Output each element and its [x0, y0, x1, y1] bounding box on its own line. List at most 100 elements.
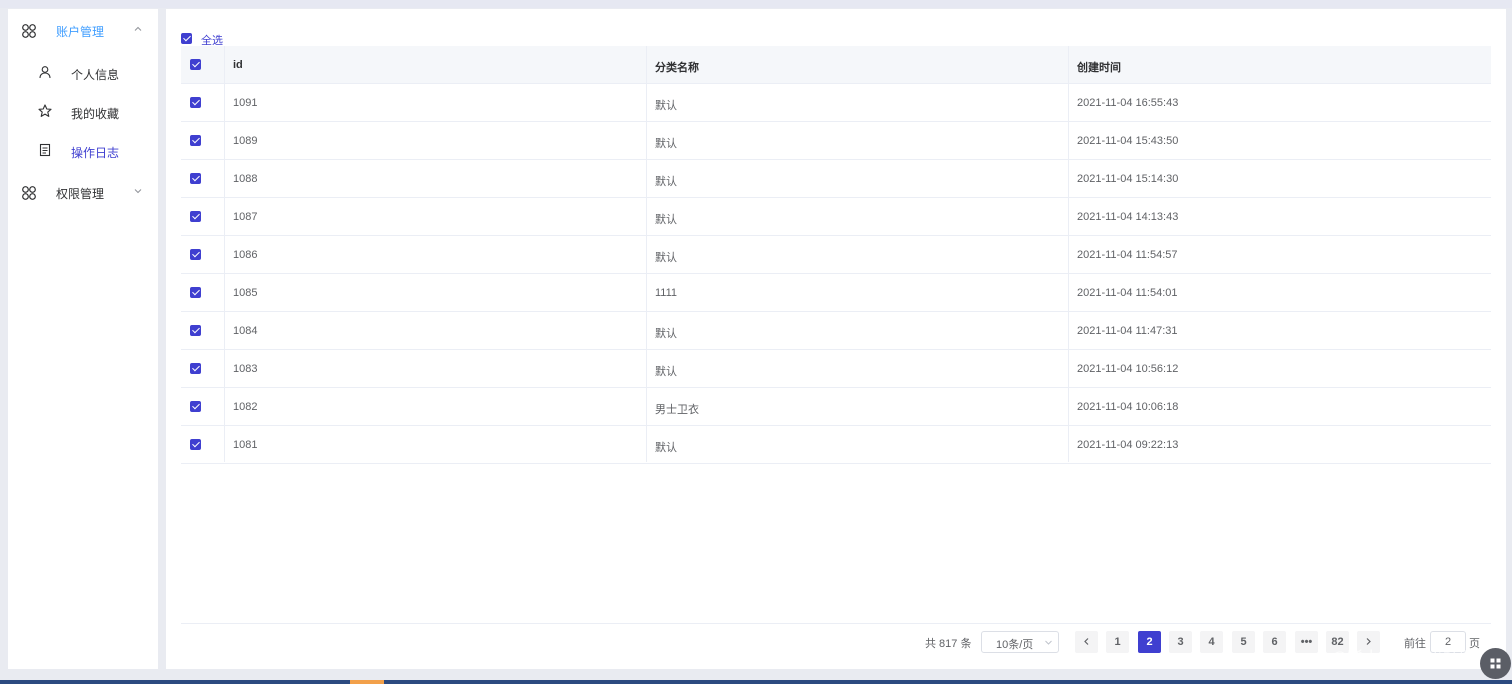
- row-checkbox[interactable]: [190, 97, 201, 108]
- main-panel: 全选 id 分类名称 创建时间 1091 默认 2021-11-04 16:55…: [166, 9, 1506, 669]
- cell-category: 默认: [655, 214, 677, 226]
- cell-category: 默认: [655, 366, 677, 378]
- cell-category: 默认: [655, 100, 677, 112]
- table-row[interactable]: 1088 默认 2021-11-04 15:14:30: [181, 160, 1491, 198]
- sidebar-item-profile[interactable]: 个人信息: [8, 53, 158, 93]
- row-checkbox[interactable]: [190, 325, 201, 336]
- sidebar-item-profile-label: 个人信息: [71, 68, 120, 82]
- cell-id: 1088: [233, 173, 258, 185]
- cell-category: 默认: [655, 328, 677, 340]
- more-pages-button[interactable]: •••: [1295, 631, 1318, 653]
- column-divider: [224, 46, 225, 84]
- cell-created: 2021-11-04 10:56:12: [1077, 363, 1179, 375]
- checkbox-checked-icon: [181, 33, 192, 44]
- page-button-1[interactable]: 1: [1106, 631, 1129, 653]
- row-checkbox[interactable]: [190, 173, 201, 184]
- user-icon: [39, 66, 51, 79]
- page-button-2-current[interactable]: 2: [1138, 631, 1161, 653]
- cell-id: 1081: [233, 439, 258, 451]
- cell-created: 2021-11-04 15:43:50: [1077, 135, 1179, 147]
- cell-id: 1086: [233, 249, 258, 261]
- menu-account-management-label: 账户管理: [56, 25, 105, 39]
- cell-created: 2021-11-04 11:54:01: [1077, 287, 1178, 299]
- sidebar-item-favorites[interactable]: 我的收藏: [8, 92, 158, 132]
- sidebar-item-operation-log-label: 操作日志: [71, 146, 120, 160]
- cell-id: 1083: [233, 363, 258, 375]
- chevron-left-icon: [1084, 638, 1089, 645]
- table-row[interactable]: 1084 默认 2021-11-04 11:47:31: [181, 312, 1491, 350]
- row-checkbox[interactable]: [190, 249, 201, 260]
- menu-permission-management[interactable]: 权限管理: [8, 173, 158, 213]
- table-row[interactable]: 1086 默认 2021-11-04 11:54:57: [181, 236, 1491, 274]
- star-icon: [38, 104, 52, 117]
- sidebar: 账户管理 个人信息 我的收藏 操作日志 权限管理: [8, 9, 158, 669]
- column-divider: [1068, 46, 1069, 84]
- column-divider: [224, 84, 225, 462]
- cell-id: 1082: [233, 401, 258, 413]
- header-checkbox[interactable]: [190, 59, 201, 70]
- four-circles-icon: [22, 186, 36, 200]
- cell-category: 男士卫衣: [655, 404, 699, 416]
- cell-id: 1085: [233, 287, 258, 299]
- table-header: id 分类名称 创建时间: [181, 46, 1491, 84]
- table-row[interactable]: 1082 男士卫衣 2021-11-04 10:06:18: [181, 388, 1491, 426]
- chevron-up-icon: [134, 26, 142, 31]
- top-bar: [0, 0, 1512, 8]
- table-row[interactable]: 1091 默认 2021-11-04 16:55:43: [181, 84, 1491, 122]
- row-checkbox[interactable]: [190, 401, 201, 412]
- table-row[interactable]: 1089 默认 2021-11-04 15:43:50: [181, 122, 1491, 160]
- cell-category: 默认: [655, 176, 677, 188]
- cell-id: 1091: [233, 97, 258, 109]
- cell-created: 2021-11-04 10:06:18: [1077, 401, 1179, 413]
- cell-id: 1084: [233, 325, 258, 337]
- menu-permission-management-label: 权限管理: [56, 187, 105, 201]
- menu-account-management[interactable]: 账户管理: [8, 11, 158, 51]
- row-checkbox[interactable]: [190, 211, 201, 222]
- cell-created: 2021-11-04 14:13:43: [1077, 211, 1179, 223]
- page-button-5[interactable]: 5: [1232, 631, 1255, 653]
- taskbar: [0, 680, 1512, 684]
- cell-created: 2021-11-04 09:22:13: [1077, 439, 1179, 451]
- page-button-3[interactable]: 3: [1169, 631, 1192, 653]
- column-divider: [646, 46, 647, 84]
- cell-category: 1111: [655, 287, 678, 299]
- cell-id: 1089: [233, 135, 258, 147]
- cell-created: 2021-11-04 16:55:43: [1077, 97, 1179, 109]
- chevron-down-icon: [1045, 640, 1052, 645]
- cell-category: 默认: [655, 252, 677, 264]
- page-button-6[interactable]: 6: [1263, 631, 1286, 653]
- page-size-value: 10条/页: [996, 639, 1034, 651]
- sidebar-item-favorites-label: 我的收藏: [71, 107, 120, 121]
- cell-created: 2021-11-04 15:14:30: [1077, 173, 1179, 185]
- taskbar-item[interactable]: [350, 680, 384, 684]
- cell-category: 默认: [655, 138, 677, 150]
- row-checkbox[interactable]: [190, 439, 201, 450]
- cell-category: 默认: [655, 442, 677, 454]
- column-header-category[interactable]: 分类名称: [655, 59, 699, 75]
- column-header-created[interactable]: 创建时间: [1077, 59, 1121, 75]
- column-divider: [1068, 84, 1069, 462]
- page-button-4[interactable]: 4: [1200, 631, 1223, 653]
- pagination-total: 共 817 条: [925, 638, 972, 650]
- row-checkbox[interactable]: [190, 287, 201, 298]
- prev-page-button[interactable]: [1075, 631, 1098, 653]
- column-header-id[interactable]: id: [233, 59, 243, 71]
- cell-created: 2021-11-04 11:47:31: [1077, 325, 1178, 337]
- pager-divider: [181, 623, 1491, 624]
- page-size-select[interactable]: 10条/页: [981, 631, 1059, 653]
- chevron-down-icon: [134, 189, 142, 194]
- floating-menu-button[interactable]: [1480, 648, 1511, 679]
- document-icon: [39, 143, 51, 157]
- row-checkbox[interactable]: [190, 135, 201, 146]
- table-row[interactable]: 1087 默认 2021-11-04 14:13:43: [181, 198, 1491, 236]
- table-row[interactable]: 1085 1111 2021-11-04 11:54:01: [181, 274, 1491, 312]
- cell-created: 2021-11-04 11:54:57: [1077, 249, 1178, 261]
- cell-id: 1087: [233, 211, 258, 223]
- grid-icon: [1490, 658, 1501, 669]
- table-row[interactable]: 1083 默认 2021-11-04 10:56:12: [181, 350, 1491, 388]
- row-checkbox[interactable]: [190, 363, 201, 374]
- four-circles-icon: [22, 24, 36, 38]
- sidebar-item-operation-log[interactable]: 操作日志: [8, 131, 158, 171]
- watermark: @稀土掘金技术社区: [1331, 650, 1476, 667]
- table-row[interactable]: 1081 默认 2021-11-04 09:22:13: [181, 426, 1491, 464]
